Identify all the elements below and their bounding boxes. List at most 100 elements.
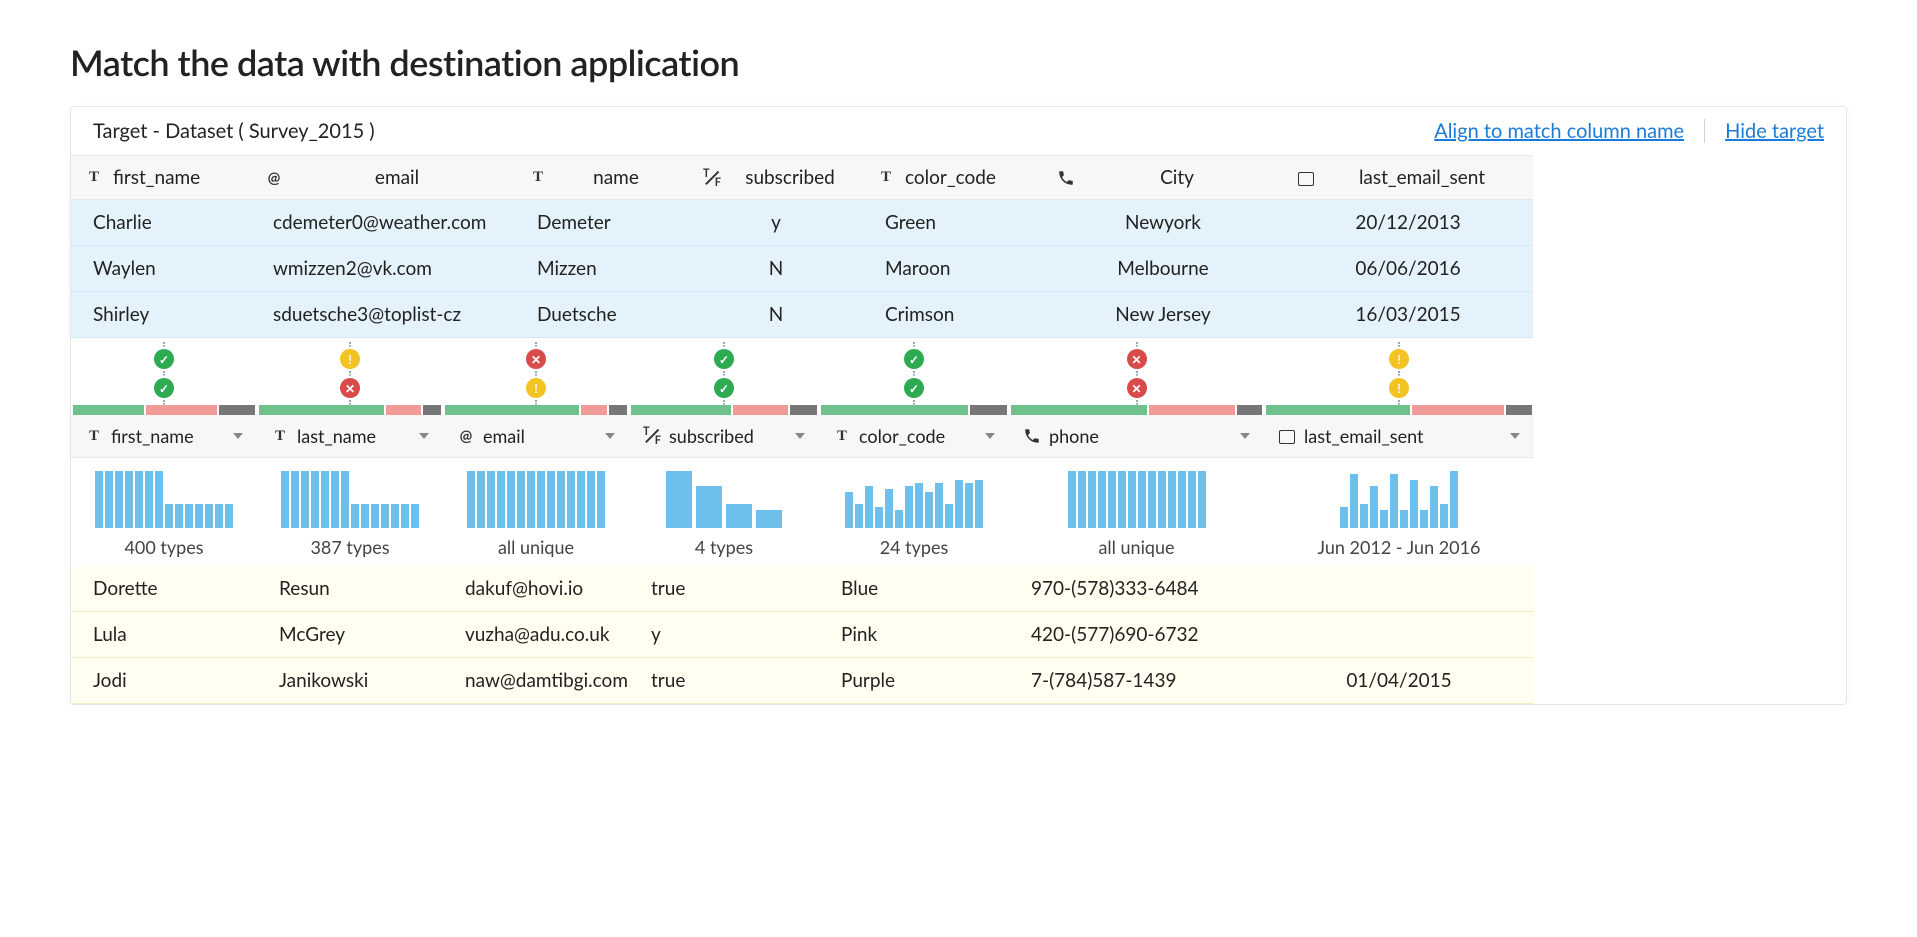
status-badge-warn: ! [340,349,360,369]
match-status-indicator: !! [1264,342,1534,405]
quality-segment-bar [1009,405,1264,415]
source-cell: true [629,658,819,704]
status-badge-err: ✕ [1127,378,1147,398]
column-histogram: all unique [1009,458,1264,566]
target-cell: N [689,246,863,292]
column-histogram: Jun 2012 - Jun 2016 [1264,458,1534,566]
source-column-header[interactable]: subscribed [629,415,819,458]
match-status-indicator: ✕✕ [1009,342,1264,405]
column-dropdown-caret-icon[interactable] [985,433,995,439]
status-badge-err: ✕ [1127,349,1147,369]
boolean-type-icon [703,169,721,187]
quality-segment-bar [819,405,1009,415]
histogram-summary: 400 types [91,536,237,558]
toolbar: Target - Dataset ( Survey_2015 ) Align t… [71,107,1846,155]
source-cell: Purple [819,658,1009,704]
column-dropdown-caret-icon[interactable] [1240,433,1250,439]
source-column-name: color_code [859,425,977,447]
source-column-name: email [483,425,597,447]
status-badge-ok: ✓ [714,378,734,398]
target-cell: Maroon [863,246,1043,292]
source-column-name: last_name [297,425,411,447]
histogram-summary: all unique [1029,536,1244,558]
column-dropdown-caret-icon[interactable] [419,433,429,439]
source-column-name: phone [1049,425,1232,447]
source-column-name: last_email_sent [1304,425,1502,447]
hide-target-link[interactable]: Hide target [1725,119,1824,143]
column-histogram: 4 types [629,458,819,566]
source-column-header[interactable]: Tcolor_code [819,415,1009,458]
source-column-name: subscribed [669,425,787,447]
source-column-header[interactable]: last_email_sent [1264,415,1534,458]
phone-type-icon [1023,427,1041,445]
status-badge-err: ✕ [526,349,546,369]
text-type-icon: T [833,427,851,445]
source-cell: Lula [71,612,257,658]
source-cell: 420-(577)690-6732 [1009,612,1264,658]
target-cell: wmizzen2@vk.com [251,246,515,292]
status-badge-ok: ✓ [714,349,734,369]
target-column-name: name [557,166,675,189]
align-column-link[interactable]: Align to match column name [1434,119,1684,143]
target-column-name: last_email_sent [1325,166,1519,189]
boolean-type-icon [643,427,661,445]
source-cell: Jodi [71,658,257,704]
column-dropdown-caret-icon[interactable] [1510,433,1520,439]
status-badge-warn: ! [1389,349,1409,369]
quality-segment-bar [443,405,629,415]
target-cell: y [689,200,863,246]
target-cell: Demeter [515,200,689,246]
source-cell [1264,612,1534,658]
source-column-header[interactable]: email [443,415,629,458]
target-cell: 06/06/2016 [1283,246,1533,292]
target-dataset-title: Target - Dataset ( Survey_2015 ) [93,119,1434,143]
column-dropdown-caret-icon[interactable] [233,433,243,439]
target-cell: Charlie [71,200,251,246]
source-column-header[interactable]: Tfirst_name [71,415,257,458]
source-column-header[interactable]: phone [1009,415,1264,458]
target-column-header: Tcolor_code [863,155,1043,200]
target-cell: Crimson [863,292,1043,338]
column-dropdown-caret-icon[interactable] [795,433,805,439]
target-cell: Shirley [71,292,251,338]
histogram-summary: 387 types [277,536,423,558]
target-column-header: last_email_sent [1283,155,1533,200]
source-cell: vuzha@adu.co.uk [443,612,629,658]
source-column-header[interactable]: Tlast_name [257,415,443,458]
target-cell: Waylen [71,246,251,292]
status-badge-err: ✕ [340,378,360,398]
target-column-name: color_code [905,166,1029,189]
text-type-icon: T [85,427,103,445]
target-column-name: first_name [113,166,237,189]
histogram-summary: 4 types [649,536,799,558]
target-column-header: subscribed [689,155,863,200]
column-dropdown-caret-icon[interactable] [605,433,615,439]
histogram-summary: all unique [463,536,609,558]
page-title: Match the data with destination applicat… [70,40,1847,84]
text-type-icon: T [529,169,547,187]
status-badge-ok: ✓ [904,378,924,398]
column-histogram: 400 types [71,458,257,566]
phone-type-icon [1057,169,1075,187]
source-cell: Janikowski [257,658,443,704]
target-column-name: subscribed [731,166,849,189]
quality-segment-bar [257,405,443,415]
source-cell: Pink [819,612,1009,658]
text-type-icon: T [85,169,103,187]
target-column-header: City [1043,155,1283,200]
quality-segment-bar [71,405,257,415]
status-badge-warn: ! [1389,378,1409,398]
source-cell: McGrey [257,612,443,658]
source-cell: y [629,612,819,658]
target-cell: 20/12/2013 [1283,200,1533,246]
source-cell: 970-(578)333-6484 [1009,566,1264,612]
target-column-header: Tfirst_name [71,155,251,200]
match-status-indicator: ✓✓ [71,342,257,405]
target-cell: Newyork [1043,200,1283,246]
mapping-panel: Target - Dataset ( Survey_2015 ) Align t… [70,106,1847,705]
histogram-summary: 24 types [839,536,989,558]
target-cell: cdemeter0@weather.com [251,200,515,246]
email-type-icon [457,427,475,445]
match-status-indicator: ✕! [443,342,629,405]
quality-segment-bar [629,405,819,415]
